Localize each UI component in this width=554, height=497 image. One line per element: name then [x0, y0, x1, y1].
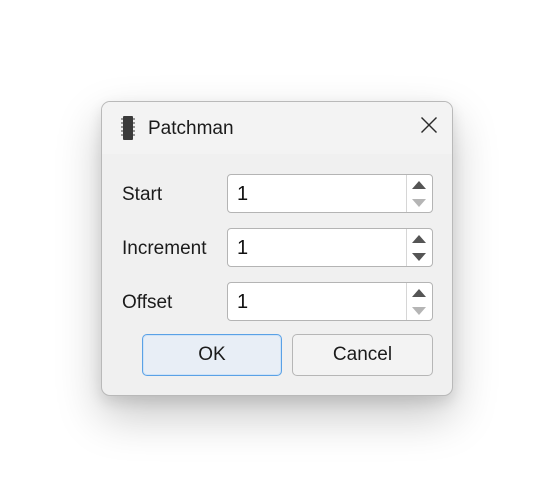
chevron-up-icon	[412, 288, 426, 297]
close-icon	[420, 116, 438, 139]
start-label: Start	[122, 184, 163, 205]
close-button[interactable]	[412, 110, 446, 144]
ok-button[interactable]: OK	[142, 334, 282, 376]
chevron-down-icon	[412, 252, 426, 261]
increment-label: Increment	[122, 238, 207, 259]
increment-value[interactable]: 1	[237, 236, 397, 260]
start-increment-button[interactable]	[407, 176, 431, 193]
chip-icon	[121, 116, 135, 140]
start-spinbox[interactable]: 1	[227, 174, 433, 213]
offset-label: Offset	[122, 292, 173, 313]
increment-increment-button[interactable]	[407, 230, 431, 247]
desktop-background: Patchman Start 1 Increment 1 Offset 1 OK…	[0, 0, 554, 497]
start-value[interactable]: 1	[237, 182, 397, 206]
increment-decrement-button[interactable]	[407, 248, 431, 265]
offset-spinbox[interactable]: 1	[227, 282, 433, 321]
cancel-button[interactable]: Cancel	[292, 334, 433, 376]
window-title: Patchman	[148, 118, 234, 139]
start-decrement-button[interactable]	[407, 194, 431, 211]
title-bar[interactable]: Patchman	[102, 102, 452, 154]
offset-decrement-button[interactable]	[407, 302, 431, 319]
offset-increment-button[interactable]	[407, 284, 431, 301]
chevron-up-icon	[412, 234, 426, 243]
chevron-down-icon	[412, 306, 426, 315]
chevron-down-icon	[412, 198, 426, 207]
patchman-dialog: Patchman Start 1 Increment 1 Offset 1 OK…	[101, 101, 453, 396]
chevron-up-icon	[412, 180, 426, 189]
increment-spinbox[interactable]: 1	[227, 228, 433, 267]
offset-value[interactable]: 1	[237, 290, 397, 314]
